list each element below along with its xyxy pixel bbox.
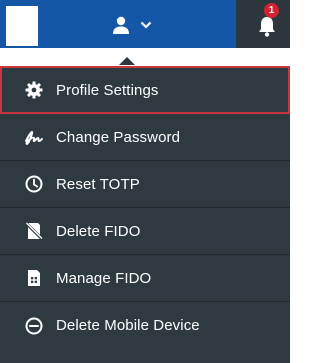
menu-item-label: Profile Settings bbox=[56, 81, 159, 99]
sim-card-icon bbox=[24, 268, 44, 288]
menu-item-manage-fido[interactable]: Manage FIDO bbox=[0, 255, 290, 302]
menu-item-profile-settings[interactable]: Profile Settings bbox=[0, 66, 290, 114]
chevron-down-icon bbox=[140, 20, 152, 30]
device-slash-icon bbox=[24, 221, 44, 241]
minus-circle-icon bbox=[24, 316, 44, 336]
menu-item-label: Delete FIDO bbox=[56, 222, 141, 240]
top-navbar: 1 bbox=[0, 0, 290, 48]
menu-item-label: Delete Mobile Device bbox=[56, 317, 200, 334]
menu-item-label: Manage FIDO bbox=[56, 269, 152, 287]
user-dropdown-menu: Profile Settings Change Password Reset T… bbox=[0, 57, 290, 363]
clock-icon bbox=[24, 174, 44, 194]
menu-item-delete-fido[interactable]: Delete FIDO bbox=[0, 208, 290, 255]
menu-item-reset-totp[interactable]: Reset TOTP bbox=[0, 161, 290, 208]
user-menu-toggle[interactable] bbox=[112, 12, 160, 38]
menu-item-label: Change Password bbox=[56, 128, 181, 146]
brand-area bbox=[6, 6, 38, 46]
menu-item-delete-mobile-device[interactable]: Delete Mobile Device bbox=[0, 302, 290, 349]
dropdown-menu-list: Profile Settings Change Password Reset T… bbox=[0, 66, 290, 363]
dropdown-pointer bbox=[119, 57, 135, 65]
user-icon bbox=[112, 16, 130, 34]
gear-icon bbox=[24, 80, 44, 100]
menu-item-change-password[interactable]: Change Password bbox=[0, 114, 290, 161]
signature-icon bbox=[24, 127, 44, 147]
notification-badge: 1 bbox=[264, 3, 279, 18]
bell-icon[interactable] bbox=[257, 15, 277, 37]
menu-item-label: Reset TOTP bbox=[56, 175, 140, 193]
